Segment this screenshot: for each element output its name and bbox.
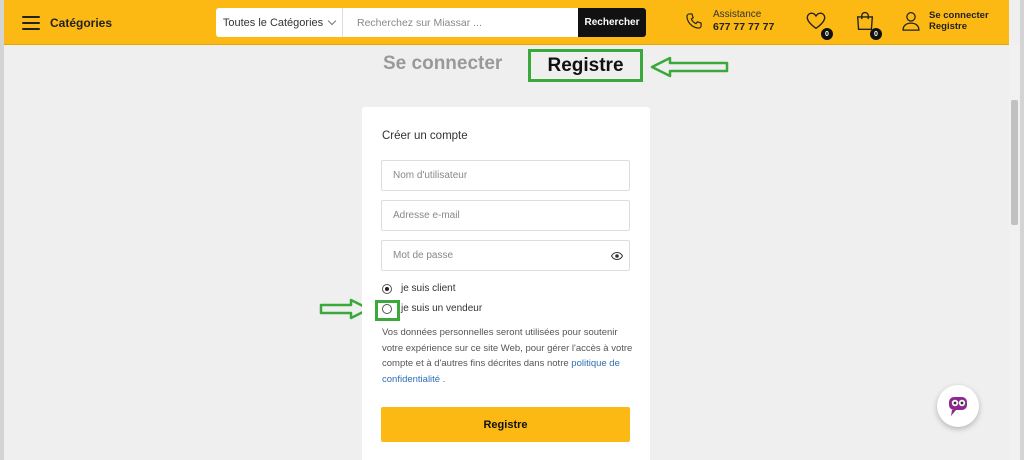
chevron-down-icon	[327, 16, 337, 26]
role-client-option[interactable]: je suis client	[382, 283, 455, 294]
search-category-label: Toutes le Catégories	[222, 16, 324, 29]
role-client-radio[interactable]	[382, 283, 392, 294]
username-field[interactable]	[381, 160, 630, 191]
search-bar: Toutes le Catégories Rechercher	[216, 8, 646, 37]
wishlist-button[interactable]: 0	[805, 10, 833, 40]
privacy-notice: Vos données personnelles seront utilisée…	[382, 325, 634, 387]
cart-count-badge: 0	[870, 28, 882, 40]
scrollbar-thumb[interactable]	[1011, 100, 1018, 225]
search-button[interactable]: Rechercher	[578, 8, 646, 37]
privacy-end: .	[442, 373, 446, 385]
email-field[interactable]	[381, 200, 630, 231]
tab-login[interactable]: Se connecter	[383, 53, 502, 75]
account-login-link[interactable]: Se connecter	[929, 10, 989, 21]
chat-widget-button[interactable]	[937, 385, 979, 427]
wishlist-count-badge: 0	[821, 28, 833, 40]
user-icon	[902, 12, 920, 31]
role-client-label: je suis client	[401, 283, 456, 294]
account-register-link[interactable]: Registre	[929, 21, 989, 32]
chat-bot-icon	[949, 397, 967, 416]
eye-icon[interactable]	[611, 252, 623, 260]
top-header: Catégories Toutes le Catégories Recherch…	[4, 0, 1009, 45]
window-frame-right	[1020, 0, 1024, 460]
register-card: Créer un compte je suis client je suis u…	[362, 107, 650, 460]
search-category-select[interactable]: Toutes le Catégories	[216, 8, 343, 37]
form-title: Créer un compte	[382, 130, 468, 142]
categories-button[interactable]: Catégories	[22, 13, 112, 33]
assistance-label: Assistance	[713, 9, 762, 20]
assistance-block: Assistance 677 77 77 77	[684, 9, 774, 33]
page-scrollbar[interactable]	[1009, 45, 1020, 460]
annotation-arrow-left-icon	[650, 56, 729, 78]
annotation-highlight-box	[375, 300, 400, 321]
tab-register[interactable]: Registre	[528, 49, 643, 82]
account-button[interactable]: Se connecter Registre	[901, 10, 989, 32]
categories-label: Catégories	[50, 16, 113, 30]
cart-button[interactable]: 0	[854, 10, 882, 40]
password-field[interactable]	[381, 240, 630, 271]
role-vendor-label: je suis un vendeur	[401, 303, 483, 314]
window-frame-left	[0, 0, 4, 460]
phone-icon	[686, 13, 702, 29]
search-input[interactable]	[343, 8, 578, 37]
hamburger-icon	[22, 16, 40, 30]
register-submit-button[interactable]: Registre	[381, 407, 630, 442]
assistance-phone[interactable]: 677 77 77 77	[713, 21, 774, 33]
